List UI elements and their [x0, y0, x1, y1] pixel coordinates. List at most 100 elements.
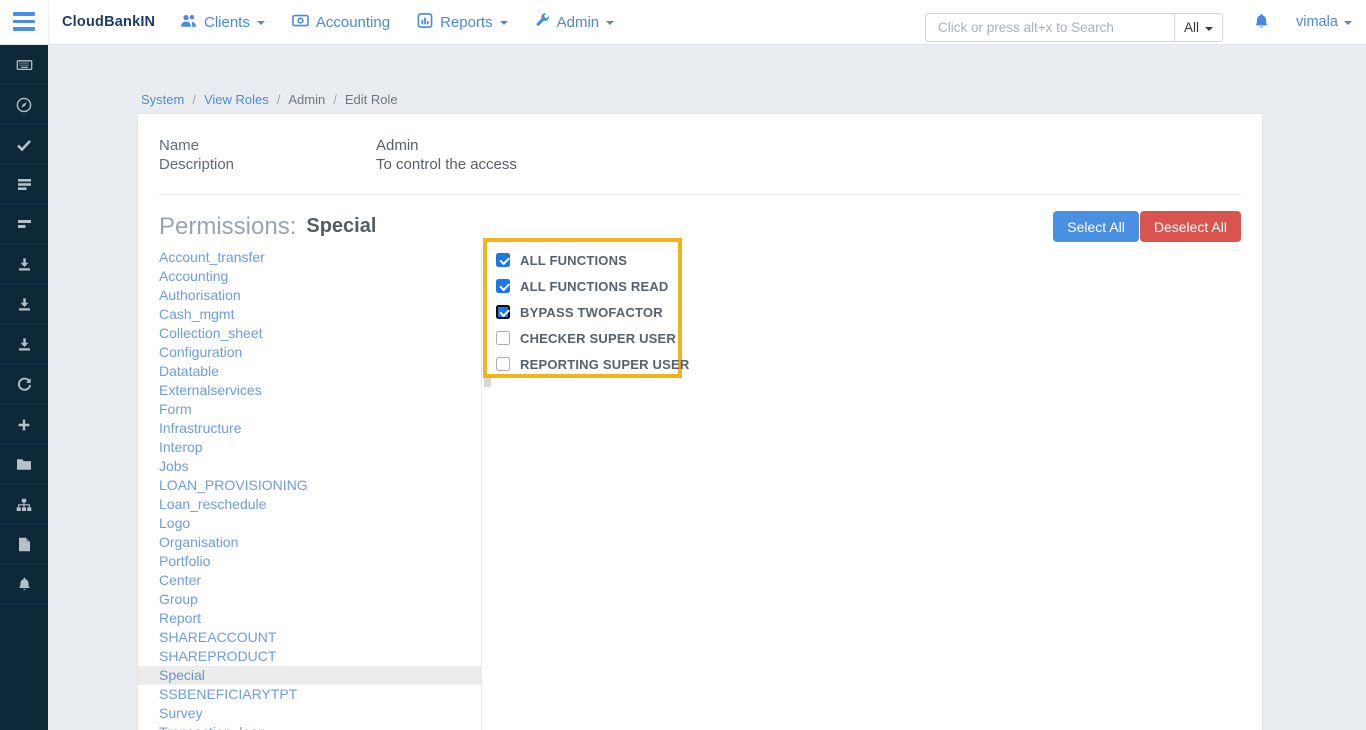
permission-group-link[interactable]: Configuration [138, 343, 481, 362]
sidebar-item-sitemap[interactable] [0, 485, 48, 525]
permission-group-link[interactable]: Report [138, 609, 481, 628]
permission-group-link[interactable]: Loan_reschedule [138, 495, 481, 514]
permission-group-link[interactable]: Organisation [138, 533, 481, 552]
permission-label: CHECKER SUPER USER [520, 331, 676, 346]
select-all-button[interactable]: Select All [1053, 211, 1139, 242]
permission-group-link[interactable]: Jobs [138, 457, 481, 476]
bar-chart-icon [417, 13, 433, 32]
nav-clients[interactable]: Clients [180, 13, 265, 32]
permission-group-link[interactable]: Transaction_loan [138, 723, 481, 730]
keyboard-icon [16, 57, 33, 73]
section-divider [159, 194, 1241, 195]
breadcrumb: SystemView RolesAdminEdit Role [141, 92, 398, 107]
description-value: To control the access [376, 155, 1241, 174]
permission-row: REPORTING SUPER USER [496, 351, 678, 377]
app-logo: CloudBankIN [62, 0, 155, 44]
folder-icon [16, 458, 32, 471]
sidebar-item-download-2[interactable] [0, 285, 48, 325]
plus-icon [17, 418, 31, 432]
search-input[interactable] [926, 14, 1174, 41]
permission-group-link[interactable]: Accounting [138, 267, 481, 286]
file-icon [18, 537, 31, 552]
description-label: Description [159, 155, 376, 174]
compass-icon [16, 97, 32, 113]
permission-group-link[interactable]: Infrastructure [138, 419, 481, 438]
permission-group-link[interactable]: Cash_mgmt [138, 305, 481, 324]
sidebar-item-folder[interactable] [0, 445, 48, 485]
permission-group-link[interactable]: SHAREPRODUCT [138, 647, 481, 666]
permission-row: ALL FUNCTIONS READ [496, 273, 678, 299]
permission-group-link[interactable]: Logo [138, 514, 481, 533]
deselect-all-button[interactable]: Deselect All [1140, 211, 1241, 242]
nav-accounting[interactable]: Accounting [292, 13, 390, 32]
permission-group-link[interactable]: Account_transfer [138, 248, 481, 267]
role-name-row: Name Admin [159, 136, 1241, 155]
refresh-icon [17, 377, 32, 392]
permissions-header: Permissions: Special Select All Deselect… [159, 211, 1241, 242]
permission-group-link[interactable]: Group [138, 590, 481, 609]
permission-label: ALL FUNCTIONS READ [520, 279, 669, 294]
permission-group-link[interactable]: Special [138, 666, 481, 685]
permission-label: ALL FUNCTIONS [520, 253, 627, 268]
permission-checkbox[interactable] [496, 305, 510, 319]
breadcrumb-item[interactable]: View Roles [184, 92, 268, 107]
chevron-down-icon [606, 21, 614, 25]
sitemap-icon [16, 498, 32, 512]
search-filter-dropdown[interactable]: All [1174, 14, 1222, 41]
sidebar-item-keyboard[interactable] [0, 45, 48, 85]
name-value: Admin [376, 136, 1241, 155]
permission-group-link[interactable]: LOAN_PROVISIONING [138, 476, 481, 495]
chevron-down-icon [1205, 27, 1213, 31]
topbar: CloudBankIN Clients Accounting Reports [0, 0, 1366, 45]
permission-group-link[interactable]: Portfolio [138, 552, 481, 571]
global-search: All [925, 13, 1223, 42]
left-sidebar [0, 45, 48, 730]
breadcrumb-item[interactable]: System [141, 92, 184, 107]
notifications-bell-icon[interactable] [1253, 13, 1270, 36]
permission-checkbox[interactable] [496, 357, 510, 371]
bell-icon [17, 577, 32, 593]
permission-group-list: Account_transferAccountingAuthorisationC… [138, 248, 482, 730]
permission-row: CHECKER SUPER USER [496, 325, 678, 351]
permission-group-link[interactable]: Externalservices [138, 381, 481, 400]
permission-checkbox[interactable] [496, 253, 510, 267]
permission-group-link[interactable]: Datatable [138, 362, 481, 381]
permission-group-link[interactable]: Center [138, 571, 481, 590]
breadcrumb-item[interactable]: Edit Role [325, 92, 397, 107]
permission-group-link[interactable]: Collection_sheet [138, 324, 481, 343]
permission-group-link[interactable]: Survey [138, 704, 481, 723]
permission-label: BYPASS TWOFACTOR [520, 305, 663, 320]
permission-row: ALL FUNCTIONS [496, 247, 678, 273]
wrench-icon [535, 13, 550, 32]
permission-group-link[interactable]: SSBENEFICIARYTPT [138, 685, 481, 704]
sidebar-item-list-alt[interactable] [0, 205, 48, 245]
selected-group-title: Special [306, 215, 376, 238]
sidebar-item-download-1[interactable] [0, 245, 48, 285]
permissions-title: Permissions: [159, 213, 296, 241]
edit-role-card: Name Admin Description To control the ac… [137, 113, 1263, 730]
role-description-row: Description To control the access [159, 155, 1241, 174]
nav-reports[interactable]: Reports [417, 13, 508, 32]
sidebar-item-download-3[interactable] [0, 325, 48, 365]
permission-group-link[interactable]: Interop [138, 438, 481, 457]
topbar-divider [48, 0, 49, 44]
sidebar-item-check[interactable] [0, 125, 48, 165]
sidebar-item-add[interactable] [0, 405, 48, 445]
sidebar-item-notifications[interactable] [0, 565, 48, 605]
check-icon [16, 138, 32, 152]
breadcrumb-item[interactable]: Admin [269, 92, 325, 107]
sidebar-item-refresh[interactable] [0, 365, 48, 405]
user-menu[interactable]: vimala [1296, 0, 1352, 44]
sidebar-item-compass[interactable] [0, 85, 48, 125]
sidebar-item-document[interactable] [0, 525, 48, 565]
download-icon [17, 297, 32, 312]
users-icon [180, 13, 197, 32]
permission-checkbox[interactable] [496, 279, 510, 293]
sidebar-item-list[interactable] [0, 165, 48, 205]
permission-group-link[interactable]: Form [138, 400, 481, 419]
permission-group-link[interactable]: Authorisation [138, 286, 481, 305]
permission-checkbox[interactable] [496, 331, 510, 345]
nav-admin[interactable]: Admin [535, 13, 615, 32]
hamburger-menu-icon[interactable] [13, 12, 35, 32]
permission-group-link[interactable]: SHAREACCOUNT [138, 628, 481, 647]
